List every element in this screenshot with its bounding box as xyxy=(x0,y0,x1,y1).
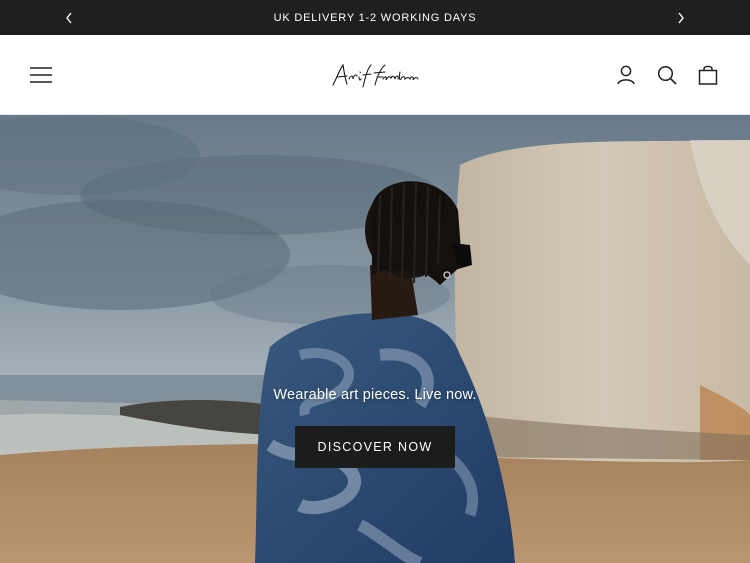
discover-now-button[interactable]: DISCOVER NOW xyxy=(295,426,455,468)
site-header xyxy=(0,35,750,115)
announcement-bar: UK DELIVERY 1-2 WORKING DAYS xyxy=(0,0,750,35)
announcement-prev-button[interactable] xyxy=(54,0,84,35)
search-icon xyxy=(657,65,677,85)
signature-logo xyxy=(332,63,419,88)
site-logo[interactable] xyxy=(325,57,425,93)
chevron-left-icon xyxy=(66,12,72,23)
hero-content: Wearable art pieces. Live now. DISCOVER … xyxy=(0,387,750,468)
cart-button[interactable] xyxy=(695,62,721,88)
search-button[interactable] xyxy=(654,62,680,88)
announcement-text: UK DELIVERY 1-2 WORKING DAYS xyxy=(273,11,477,24)
chevron-right-icon xyxy=(678,12,684,23)
account-button[interactable] xyxy=(613,62,639,88)
hero-image xyxy=(0,115,750,563)
announcement-next-button[interactable] xyxy=(666,0,696,35)
menu-button[interactable] xyxy=(28,62,56,88)
cart-icon xyxy=(698,65,718,85)
account-icon xyxy=(617,65,635,85)
hero-tagline: Wearable art pieces. Live now. xyxy=(273,387,477,403)
hamburger-menu-icon xyxy=(30,67,52,83)
hero-banner: Wearable art pieces. Live now. DISCOVER … xyxy=(0,115,750,563)
